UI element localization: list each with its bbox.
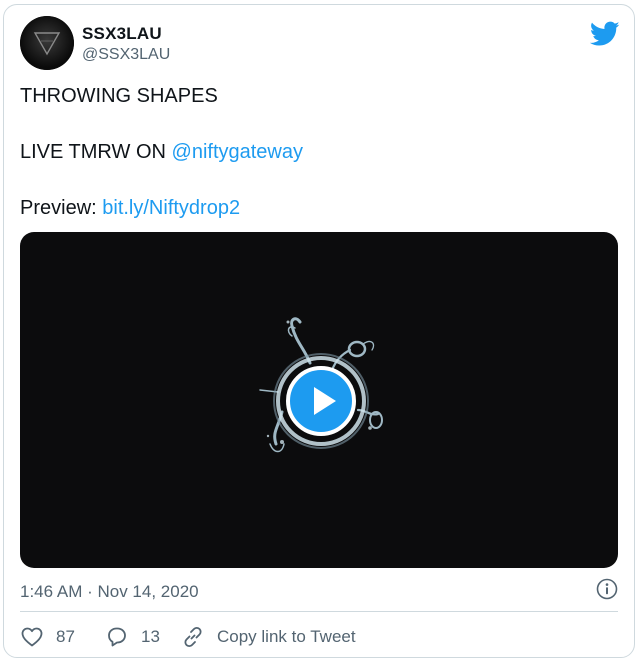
- tweet-timestamp[interactable]: 1:46 AM · Nov 14, 2020: [20, 582, 199, 602]
- tweet-text-line-3-prefix: Preview:: [20, 197, 103, 219]
- tweet-text-line-3: Preview: bit.ly/Niftydrop2: [20, 197, 240, 220]
- divider: [20, 611, 618, 612]
- reply-button[interactable]: 13: [105, 624, 160, 650]
- tweet-text-line-2: LIVE TMRW ON @niftygateway: [20, 141, 303, 164]
- like-button[interactable]: 87: [20, 624, 75, 650]
- reply-count: 13: [141, 627, 160, 646]
- tweet-text-line-1: THROWING SHAPES: [20, 85, 218, 107]
- copy-link-button[interactable]: Copy link to Tweet: [181, 624, 356, 650]
- author-handle[interactable]: @SSX3LAU: [82, 46, 170, 64]
- mention-link[interactable]: @niftygateway: [172, 141, 303, 163]
- tweet-text-line-2-prefix: LIVE TMRW ON: [20, 141, 172, 163]
- heart-icon: [21, 627, 43, 647]
- play-icon: [314, 387, 336, 415]
- like-count: 87: [56, 627, 75, 646]
- reply-bubble-icon: [108, 627, 126, 647]
- info-icon[interactable]: [595, 577, 619, 601]
- tweet-card[interactable]: SSX3LAU @SSX3LAU THROWING SHAPES LIVE TM…: [3, 4, 635, 658]
- link-icon: [184, 626, 202, 648]
- author-avatar[interactable]: [20, 16, 74, 70]
- author-display-name[interactable]: SSX3LAU: [82, 24, 162, 44]
- video-player[interactable]: [20, 232, 618, 568]
- copy-link-label: Copy link to Tweet: [217, 627, 356, 646]
- play-button[interactable]: [286, 366, 356, 436]
- twitter-bird-icon[interactable]: [590, 21, 620, 47]
- inverted-triangle-logo-icon: [20, 16, 74, 70]
- preview-link[interactable]: bit.ly/Niftydrop2: [102, 197, 240, 219]
